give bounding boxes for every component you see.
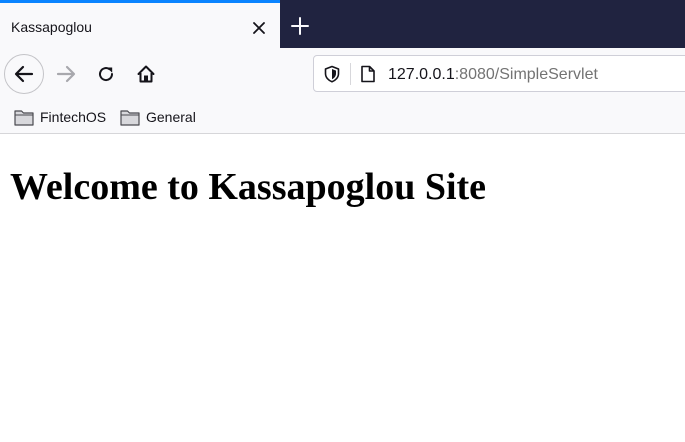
- folder-icon: [120, 108, 140, 126]
- home-icon: [137, 65, 155, 83]
- tab-title: Kassapoglou: [11, 19, 92, 35]
- navigation-toolbar: 127.0.0.1:8080/SimpleServlet: [0, 48, 685, 100]
- tab-active-indicator: [0, 0, 280, 3]
- reload-icon: [99, 67, 114, 82]
- arrow-right-icon: [56, 65, 76, 83]
- close-icon: [253, 22, 265, 34]
- bookmark-folder-general[interactable]: General: [120, 106, 196, 128]
- home-button[interactable]: [130, 58, 162, 90]
- close-tab-button[interactable]: [247, 16, 271, 40]
- bookmark-label: FintechOS: [40, 109, 107, 125]
- arrow-left-icon: [14, 65, 34, 83]
- shield-icon: [324, 65, 340, 83]
- url-host: 127.0.0.1: [388, 66, 455, 83]
- folder-icon: [14, 108, 34, 126]
- url-text[interactable]: 127.0.0.1:8080/SimpleServlet: [388, 66, 598, 84]
- browser-window: Kassapoglou 127.0.0.1:8080/SimpleServlet…: [0, 0, 685, 442]
- bookmark-folder-fintechos[interactable]: FintechOS: [14, 106, 106, 128]
- tab-strip: Kassapoglou: [0, 0, 685, 48]
- bookmarks-toolbar: FintechOS General: [0, 100, 685, 134]
- new-tab-button[interactable]: [286, 12, 314, 40]
- reload-button[interactable]: [90, 58, 122, 90]
- url-path: :8080/SimpleServlet: [454, 66, 598, 83]
- tracking-protection-button[interactable]: [320, 62, 344, 86]
- address-bar-separator: [350, 63, 351, 85]
- page-content: Welcome to Kassapoglou Site: [0, 135, 685, 442]
- address-bar[interactable]: 127.0.0.1:8080/SimpleServlet: [313, 55, 685, 92]
- page-heading: Welcome to Kassapoglou Site: [10, 166, 487, 208]
- page-info-button[interactable]: [356, 62, 380, 86]
- plus-icon: [291, 17, 309, 35]
- active-tab[interactable]: Kassapoglou: [0, 0, 280, 48]
- back-button[interactable]: [4, 54, 44, 94]
- bookmark-label: General: [146, 109, 196, 125]
- forward-button[interactable]: [50, 58, 82, 90]
- page-icon: [361, 65, 375, 83]
